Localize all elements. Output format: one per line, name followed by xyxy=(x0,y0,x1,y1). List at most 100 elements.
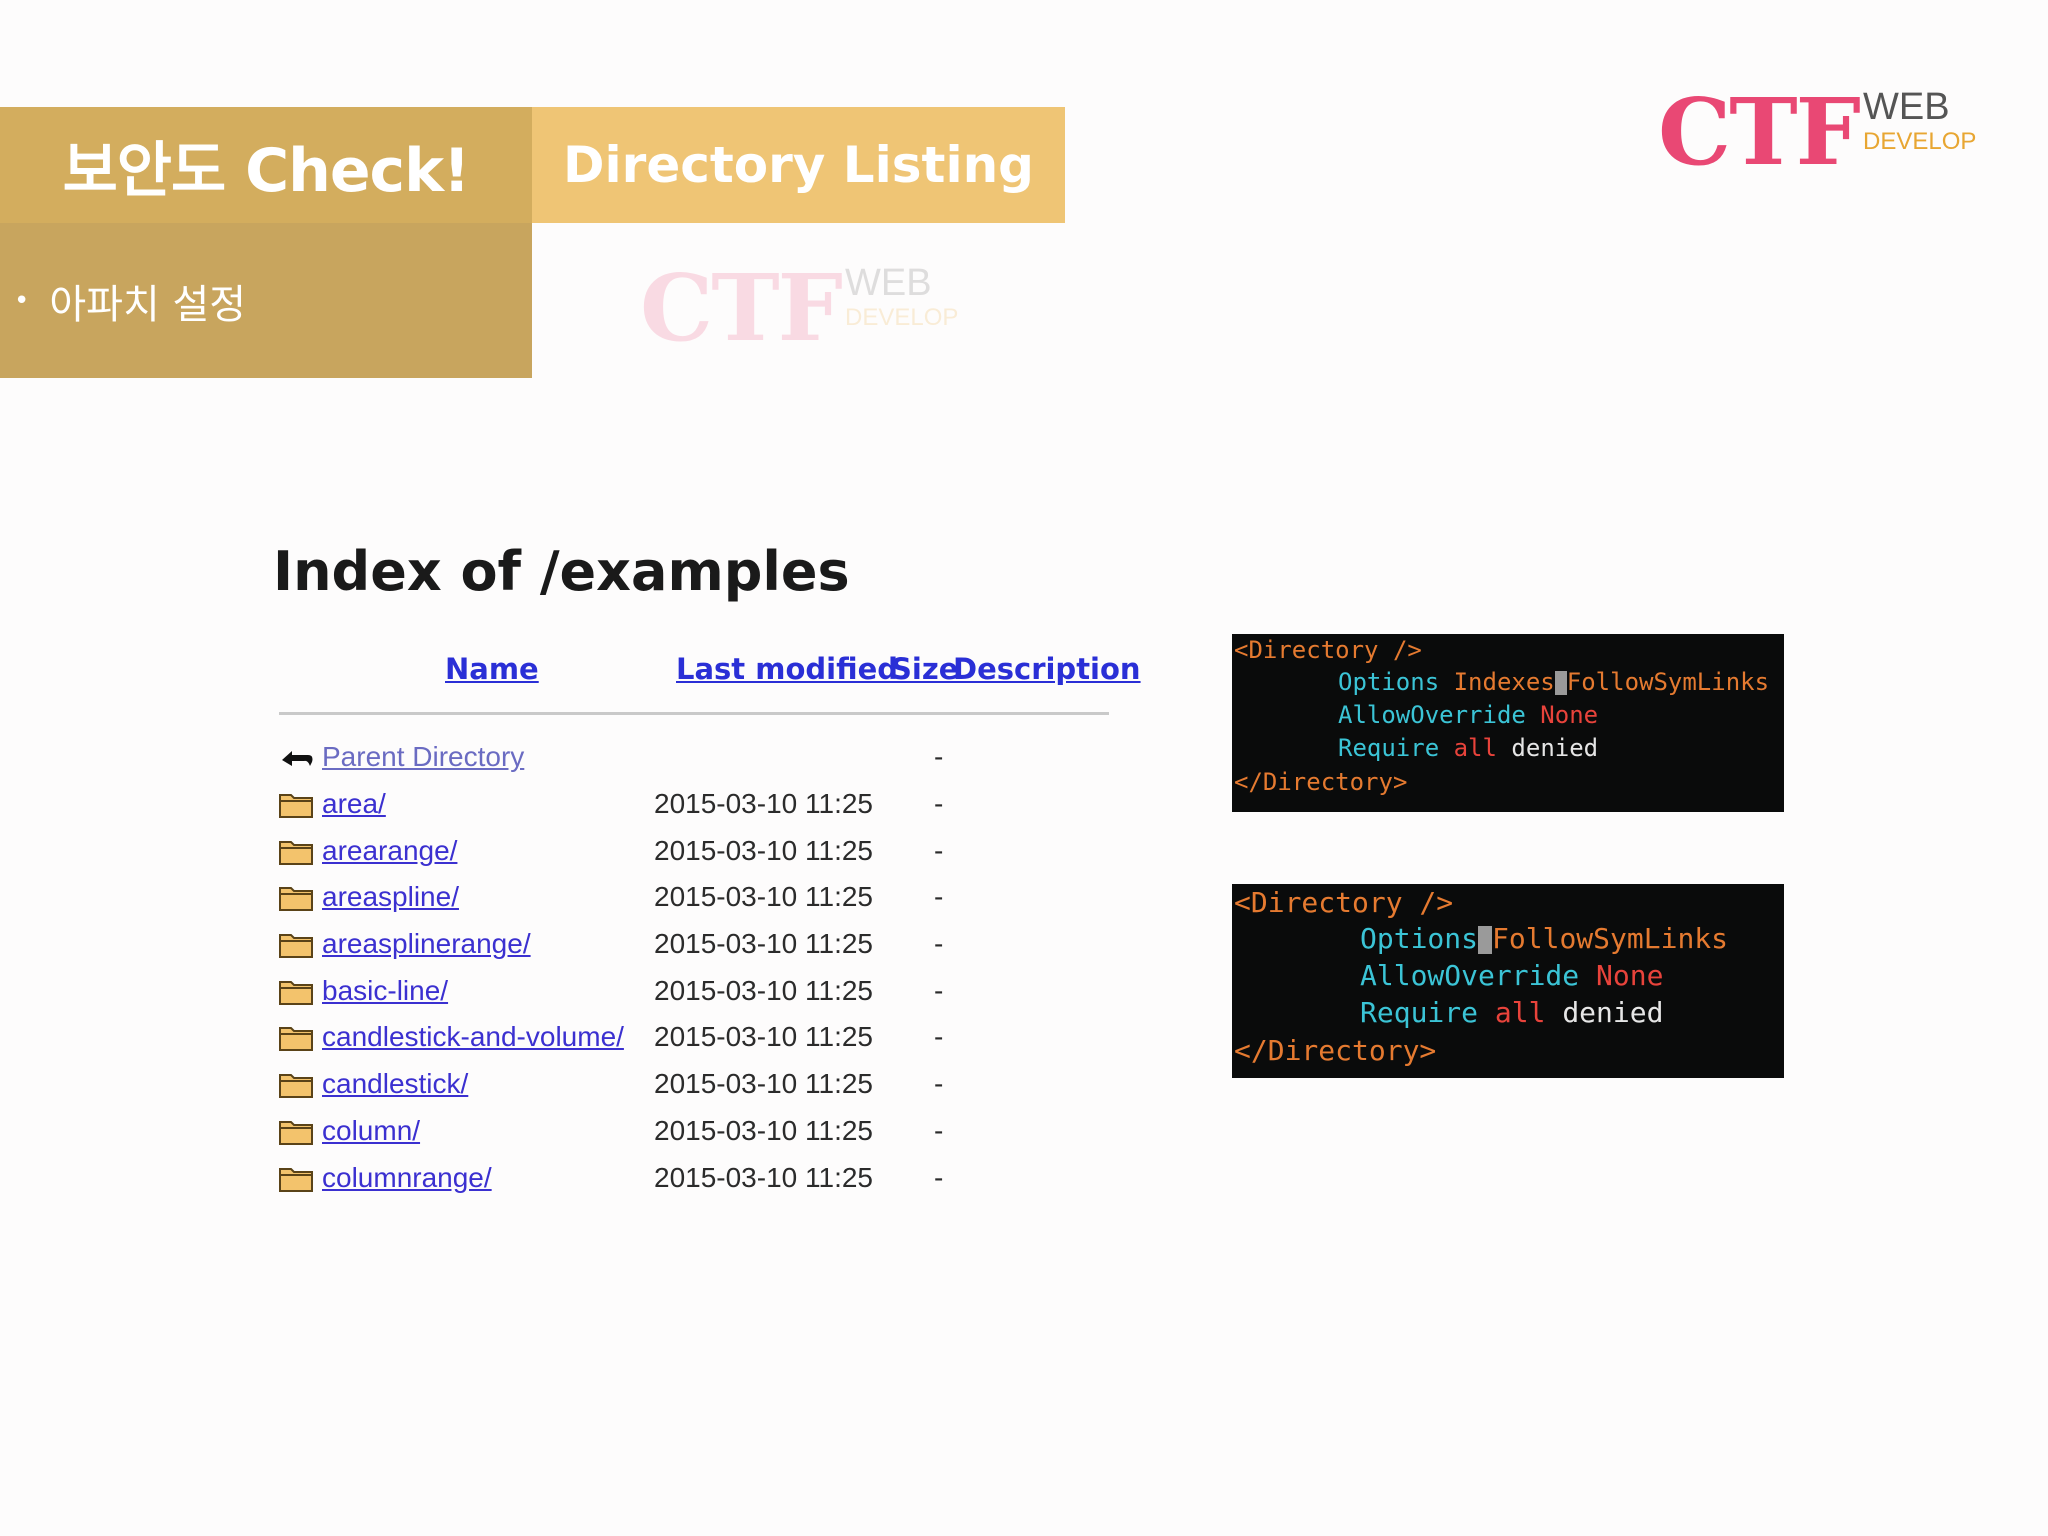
slide-title-text: 보안도 Check! xyxy=(62,135,471,206)
code-override-value: None xyxy=(1596,959,1664,992)
folder-icon xyxy=(278,1163,316,1193)
code-require-keyword: Require xyxy=(1360,996,1479,1029)
row-date: 2015-03-10 11:25 xyxy=(654,1161,873,1193)
row-size: - xyxy=(934,834,944,866)
code-override-keyword: AllowOverride xyxy=(1360,959,1580,992)
link-area[interactable]: area/ xyxy=(322,788,386,820)
folder-icon xyxy=(278,1022,316,1052)
row-date: 2015-03-10 11:25 xyxy=(654,928,873,960)
code-override-line: AllowOverride None xyxy=(1338,701,1598,729)
code-require-all: all xyxy=(1494,996,1546,1029)
column-header-name[interactable]: Name xyxy=(445,652,539,686)
row-date: 2015-03-10 11:25 xyxy=(654,834,873,866)
code-override-value: None xyxy=(1540,701,1599,729)
list-item: column/ 2015-03-10 11:25 - xyxy=(278,1108,1118,1155)
row-date: 2015-03-10 11:25 xyxy=(654,1114,873,1146)
link-areaspline[interactable]: areaspline/ xyxy=(322,881,459,913)
folder-icon xyxy=(278,929,316,959)
folder-icon xyxy=(278,976,316,1006)
link-candlestick[interactable]: candlestick/ xyxy=(322,1068,468,1100)
list-item: Parent Directory - xyxy=(278,734,1118,781)
list-item: basic-line/ 2015-03-10 11:25 - xyxy=(278,967,1118,1014)
link-basic-line[interactable]: basic-line/ xyxy=(322,975,448,1007)
ctf-logo: CTF WEB DEVELOP xyxy=(1658,86,1976,178)
row-size: - xyxy=(934,928,944,960)
watermark-develop-text: DEVELOP xyxy=(845,304,959,331)
code-require-line: Require all denied xyxy=(1338,734,1598,762)
code-require-value: denied xyxy=(1511,734,1599,762)
code-require-value: denied xyxy=(1562,996,1664,1029)
link-columnrange[interactable]: columnrange/ xyxy=(322,1162,492,1194)
column-header-description[interactable]: Description xyxy=(953,652,1141,686)
row-size: - xyxy=(934,788,944,820)
row-size: - xyxy=(934,974,944,1006)
code-options-indexes: Indexes xyxy=(1453,668,1555,696)
logo-develop-text: DEVELOP xyxy=(1863,128,1977,155)
ctf-logo-watermark: CTF WEB DEVELOP xyxy=(640,262,958,354)
folder-icon xyxy=(278,836,316,866)
link-areasplinerange[interactable]: areasplinerange/ xyxy=(322,928,531,960)
row-date: 2015-03-10 11:25 xyxy=(654,974,873,1006)
list-item: areaspline/ 2015-03-10 11:25 - xyxy=(278,874,1118,921)
link-parent-directory[interactable]: Parent Directory xyxy=(322,741,524,773)
row-date: 2015-03-10 11:25 xyxy=(654,1068,873,1100)
directory-list: Parent Directory - area/ 2015-03-10 11:2… xyxy=(278,734,1118,1201)
row-size: - xyxy=(934,881,944,913)
code-options-followsymlinks: FollowSymLinks xyxy=(1566,668,1770,696)
code-options-keyword: Options xyxy=(1338,668,1440,696)
code-require-keyword: Require xyxy=(1338,734,1440,762)
row-size: - xyxy=(934,1021,944,1053)
code-options-line: Options FollowSymLinks xyxy=(1360,922,1728,955)
folder-icon xyxy=(278,882,316,912)
list-item: columnrange/ 2015-03-10 11:25 - xyxy=(278,1154,1118,1201)
index-title: Index of /examples xyxy=(273,540,850,603)
code-panel-before: <Directory /> Options Indexes FollowSymLi… xyxy=(1232,634,1784,812)
text-cursor-icon xyxy=(1478,926,1493,954)
bullet-text: 아파치 설정 xyxy=(49,281,247,328)
list-item: arearange/ 2015-03-10 11:25 - xyxy=(278,827,1118,874)
row-size: - xyxy=(934,1114,944,1146)
code-close-tag: </Directory> xyxy=(1234,768,1408,796)
folder-icon xyxy=(278,789,316,819)
code-override-line: AllowOverride None xyxy=(1360,959,1663,992)
watermark-web-text: WEB xyxy=(845,262,932,304)
watermark-ctf-text: CTF xyxy=(640,254,843,362)
folder-icon xyxy=(278,1116,316,1146)
code-require-line: Require all denied xyxy=(1360,996,1663,1029)
list-item: area/ 2015-03-10 11:25 - xyxy=(278,781,1118,828)
bullet-dot-icon: • xyxy=(14,285,30,316)
row-size: - xyxy=(934,1161,944,1193)
slide-subtitle: Directory Listing xyxy=(532,107,1065,223)
link-arearange[interactable]: arearange/ xyxy=(322,835,457,867)
link-candlestick-and-volume[interactable]: candlestick-and-volume/ xyxy=(322,1021,624,1053)
row-size: - xyxy=(934,1068,944,1100)
code-options-followsymlinks: FollowSymLinks xyxy=(1492,922,1729,955)
row-size: - xyxy=(934,741,944,773)
folder-icon xyxy=(278,1069,316,1099)
row-date: 2015-03-10 11:25 xyxy=(654,881,873,913)
row-date: 2015-03-10 11:25 xyxy=(654,1021,873,1053)
header-divider xyxy=(279,712,1109,715)
slide-title: 보안도 Check! xyxy=(0,107,532,223)
code-open-tag: <Directory /> xyxy=(1234,636,1422,664)
bullet-item: • 아파치 설정 xyxy=(0,223,532,378)
list-item: candlestick-and-volume/ 2015-03-10 11:25… xyxy=(278,1014,1118,1061)
code-options-keyword: Options xyxy=(1360,922,1479,955)
column-header-last-modified[interactable]: Last modified xyxy=(676,652,898,686)
text-cursor-icon xyxy=(1554,671,1567,695)
back-arrow-icon xyxy=(278,742,316,772)
code-open-tag: <Directory /> xyxy=(1234,886,1454,919)
list-item: candlestick/ 2015-03-10 11:25 - xyxy=(278,1061,1118,1108)
code-panel-after: <Directory /> Options FollowSymLinks Allo… xyxy=(1232,884,1784,1078)
list-item: areasplinerange/ 2015-03-10 11:25 - xyxy=(278,921,1118,968)
link-column[interactable]: column/ xyxy=(322,1115,420,1147)
code-override-keyword: AllowOverride xyxy=(1338,701,1526,729)
slide-subtitle-text: Directory Listing xyxy=(563,136,1034,194)
column-header-size[interactable]: Size xyxy=(891,652,958,686)
code-require-all: all xyxy=(1453,734,1497,762)
code-options-line: Options Indexes FollowSymLinks xyxy=(1338,668,1769,696)
logo-web-text: WEB xyxy=(1863,86,1950,128)
row-date: 2015-03-10 11:25 xyxy=(654,788,873,820)
code-close-tag: </Directory> xyxy=(1234,1034,1437,1067)
logo-ctf-text: CTF xyxy=(1658,78,1861,186)
